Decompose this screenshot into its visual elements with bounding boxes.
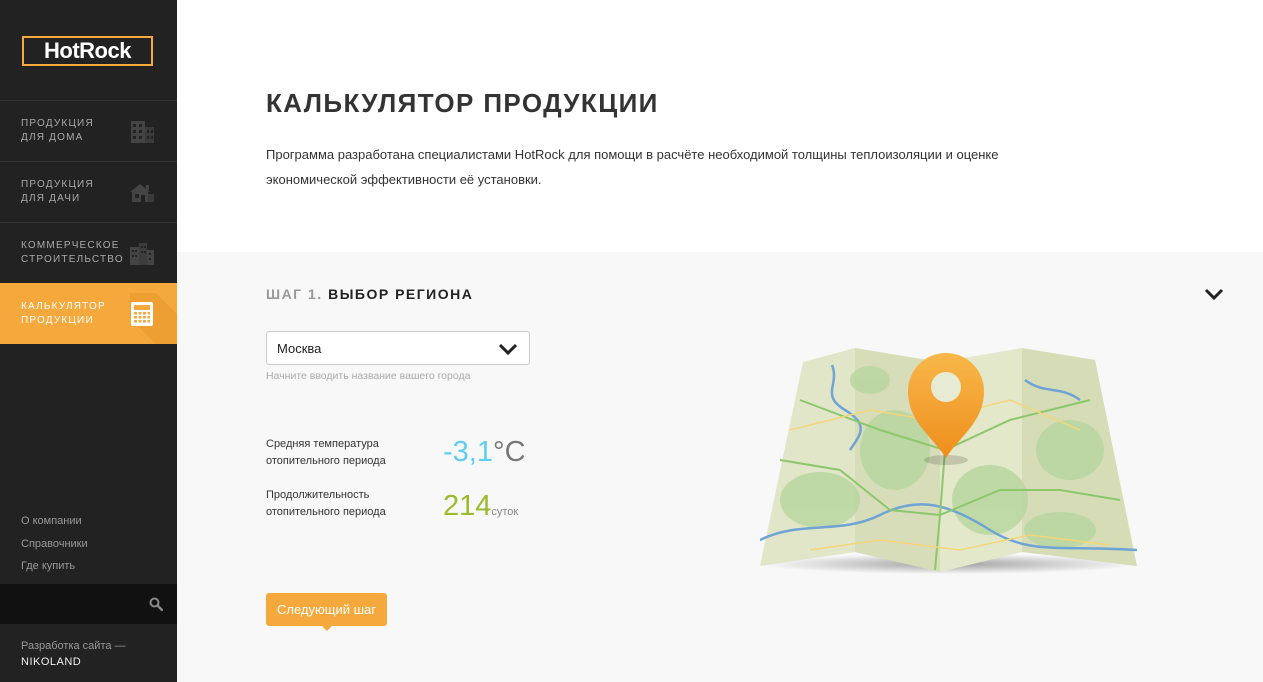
temperature-readout: -3,1°C [443,432,526,472]
chevron-down-icon [498,343,518,356]
region-map-illustration [760,348,1137,574]
calculator-icon [131,301,153,326]
nav-item-label: ПРОДУКЦИЯ ДЛЯ ДОМА [21,118,94,143]
collapse-chevron-icon[interactable] [1203,286,1225,302]
step-number: ШАГ 1. [266,286,323,302]
nav-item-label: ПРОДУКЦИЯ ДЛЯ ДАЧИ [21,179,94,204]
search-icon[interactable] [149,597,163,611]
sidebar-search [0,584,177,624]
region-select-value: Москва [277,341,322,356]
region-hint: Начните вводить название вашего города [266,370,471,382]
credit-brand-link[interactable]: NIKOLAND [21,654,126,670]
next-step-button[interactable]: Следующий шаг [266,593,387,631]
duration-value: 214 [443,490,492,522]
temperature-unit: °C [492,436,526,468]
nav-item-home-products[interactable]: ПРОДУКЦИЯ ДЛЯ ДОМА [0,100,177,161]
page-title: КАЛЬКУЛЯТОР ПРОДУКЦИИ [266,88,659,118]
search-input[interactable] [10,592,144,618]
step-name: ВЫБОР РЕГИОНА [328,286,474,302]
link-where-to-buy[interactable]: Где купить [21,555,88,578]
duration-readout: 214суток [443,486,518,526]
nav-item-label: КОММЕРЧЕСКОЕ СТРОИТЕЛЬСТВО [21,240,124,265]
link-about-company[interactable]: О компании [21,510,88,533]
hotrock-logo[interactable]: HotRock [22,36,153,66]
nav-item-label: КАЛЬКУЛЯТОР ПРОДУКЦИИ [21,300,106,326]
credit-text: Разработка сайта — [21,640,126,652]
link-references[interactable]: Справочники [21,533,88,556]
duration-unit: суток [491,506,519,518]
region-select[interactable]: Москва [266,331,530,365]
commercial-buildings-icon [130,243,154,265]
nav-item-commercial[interactable]: КОММЕРЧЕСКОЕ СТРОИТЕЛЬСТВО [0,222,177,283]
sidebar-links: О компании Справочники Где купить [21,510,88,578]
developer-credit: Разработка сайта — NIKOLAND [21,638,126,670]
temperature-label: Средняя температура отопительного период… [266,438,386,467]
temperature-value: -3,1 [443,436,493,468]
nav-item-calculator[interactable]: КАЛЬКУЛЯТОР ПРОДУКЦИИ [0,283,177,344]
page-intro: Программа разработана специалистами HotR… [266,147,999,187]
duration-label: Продолжительность отопительного периода [266,489,386,518]
nav-item-dacha-products[interactable]: ПРОДУКЦИЯ ДЛЯ ДАЧИ [0,161,177,222]
step-heading: ШАГ 1. ВЫБОР РЕГИОНА [266,286,473,302]
building-icon [131,121,154,143]
step-1-panel: ШАГ 1. ВЫБОР РЕГИОНА Москва Начните ввод… [177,252,1263,682]
house-icon [130,184,154,202]
sidebar: HotRock ПРОДУКЦИЯ ДЛЯ ДОМА ПРОДУКЦИЯ ДЛЯ… [0,0,177,682]
